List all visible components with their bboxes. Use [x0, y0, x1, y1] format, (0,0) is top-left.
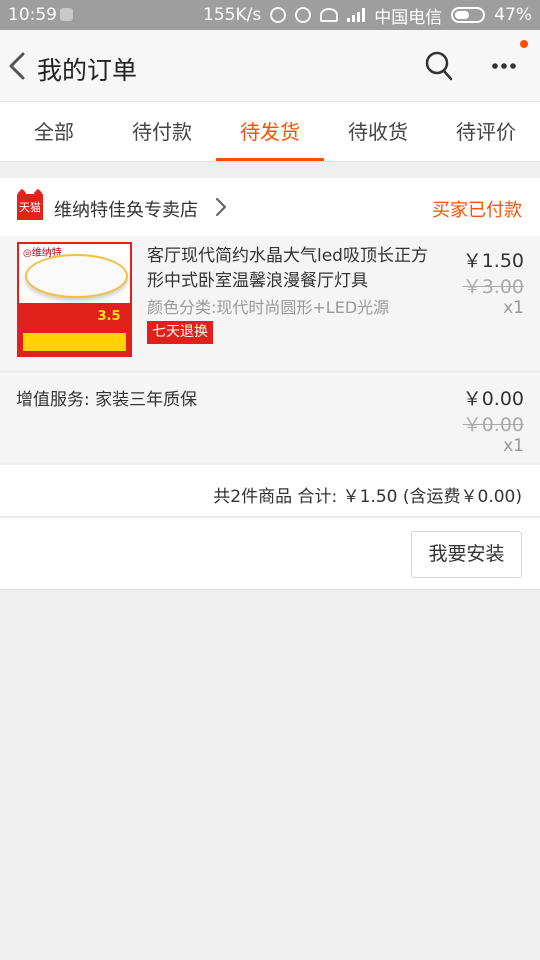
- more-icon: [492, 63, 516, 69]
- service-price: ￥0.00: [462, 388, 524, 410]
- search-icon: [425, 51, 453, 81]
- order-actions: 我要安装: [0, 518, 540, 590]
- shop-header[interactable]: 天猫 维纳特佳奂专卖店 买家已付款: [0, 178, 540, 236]
- notification-icon: [60, 8, 73, 21]
- tmall-logo-text: 天猫: [19, 201, 41, 214]
- promo-strip: [23, 333, 126, 351]
- back-button[interactable]: [4, 48, 34, 84]
- product-thumbnail[interactable]: ◎维纳特 3.5: [17, 242, 132, 357]
- status-bar: 10:59 155K/s 中国电信 47%: [0, 0, 540, 30]
- signal-icon: [347, 8, 366, 22]
- headphone-icon: [270, 7, 287, 23]
- order-item[interactable]: ◎维纳特 3.5 客厅现代简约水晶大气led吸顶长正方形中式卧室温馨浪漫餐厅灯具…: [0, 236, 540, 370]
- order-summary: 共2件商品 合计: ￥1.50 (含运费￥0.00): [0, 465, 540, 517]
- order-status: 买家已付款: [432, 200, 522, 221]
- tmall-icon: 天猫: [17, 188, 43, 220]
- chevron-right-icon: [215, 197, 227, 217]
- product-title: 客厅现代简约水晶大气led吸顶长正方形中式卧室温馨浪漫餐厅灯具: [147, 246, 428, 291]
- chevron-left-icon: [9, 52, 25, 80]
- thumbnail-badge: 3.5: [92, 309, 126, 329]
- install-button[interactable]: 我要安装: [411, 531, 522, 578]
- carrier-name: 中国电信: [374, 7, 443, 28]
- lamp-image: [25, 254, 128, 298]
- tab-pending-payment[interactable]: 待付款: [108, 102, 216, 161]
- tab-pending-shipment[interactable]: 待发货: [216, 102, 324, 161]
- service-quantity: x1: [503, 436, 524, 456]
- order-tabs: 全部 待付款 待发货 待收货 待评价: [0, 102, 540, 162]
- page-title: 我的订单: [37, 56, 138, 85]
- status-time: 10:59: [8, 5, 57, 25]
- tab-all[interactable]: 全部: [0, 102, 108, 161]
- product-original-price: ￥3.00: [462, 276, 524, 298]
- service-label: 增值服务: 家装三年质保: [16, 390, 198, 410]
- alarm-icon: [295, 7, 312, 23]
- notification-dot: [520, 40, 528, 48]
- search-button[interactable]: [424, 50, 454, 82]
- battery-icon: [451, 7, 486, 23]
- battery-level: 47%: [494, 5, 532, 25]
- return-policy-tag: 七天退换: [147, 321, 213, 344]
- product-sku: 颜色分类:现代时尚圆形+LED光源: [147, 298, 390, 317]
- product-quantity: x1: [503, 298, 524, 318]
- product-price: ￥1.50: [462, 250, 524, 272]
- wifi-icon: [320, 8, 339, 22]
- service-original-price: ￥0.00: [462, 414, 524, 436]
- network-speed: 155K/s: [203, 5, 262, 25]
- tab-pending-review[interactable]: 待评价: [432, 102, 540, 161]
- more-button[interactable]: [488, 50, 522, 82]
- title-bar: 我的订单: [0, 30, 540, 102]
- summary-text: 共2件商品 合计: ￥1.50 (含运费￥0.00): [213, 487, 522, 507]
- shop-name[interactable]: 维纳特佳奂专卖店: [54, 196, 198, 222]
- tab-pending-receipt[interactable]: 待收货: [324, 102, 432, 161]
- value-added-service[interactable]: 增值服务: 家装三年质保 ￥0.00 ￥0.00 x1: [0, 373, 540, 463]
